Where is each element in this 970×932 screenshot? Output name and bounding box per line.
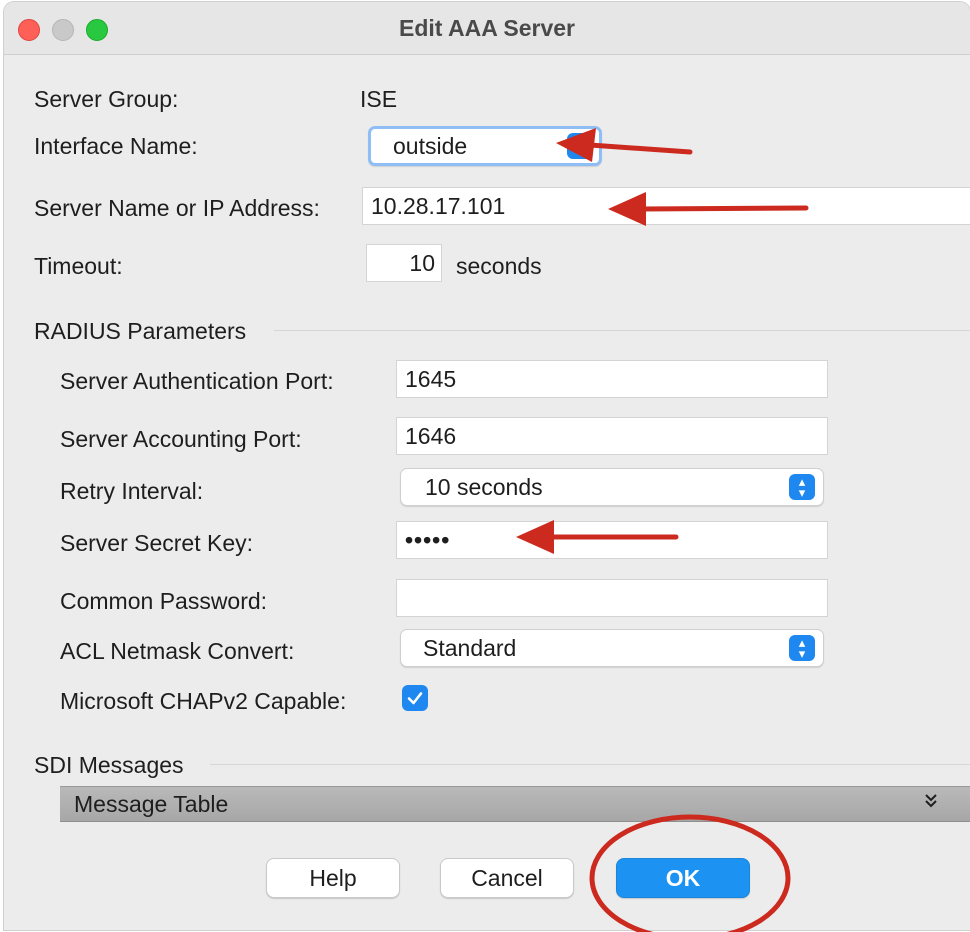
window-title: Edit AAA Server <box>399 15 575 41</box>
server-group-label: Server Group: <box>34 86 179 112</box>
server-address-input[interactable]: 10.28.17.101 <box>362 187 970 225</box>
acl-netmask-label: ACL Netmask Convert: <box>60 638 295 664</box>
timeout-value: 10 <box>409 249 435 276</box>
retry-interval-label: Retry Interval: <box>60 478 204 504</box>
message-table-header[interactable]: Message Table <box>60 786 970 822</box>
timeout-input[interactable]: 10 <box>366 244 442 282</box>
secret-key-label: Server Secret Key: <box>60 530 254 556</box>
timeout-unit: seconds <box>456 253 542 279</box>
timeout-label: Timeout: <box>34 253 123 279</box>
ok-button[interactable]: OK <box>616 858 750 898</box>
retry-interval-select[interactable]: 10 seconds ▴ ▾ <box>400 468 824 506</box>
acct-port-input[interactable]: 1646 <box>396 417 828 455</box>
interface-name-value: outside <box>393 132 468 159</box>
chevron-down-icon[interactable] <box>924 791 938 817</box>
edit-aaa-server-dialog: Edit AAA Server Server Group: ISE Interf… <box>4 2 970 930</box>
up-down-stepper-icon: ▴ ▾ <box>789 474 815 500</box>
chapv2-checkbox[interactable] <box>402 685 428 711</box>
up-down-stepper-icon: ▴ ▾ <box>567 133 593 159</box>
secret-key-value: ••••• <box>405 526 451 553</box>
common-password-input[interactable] <box>396 579 828 617</box>
common-password-label: Common Password: <box>60 588 268 614</box>
server-address-value: 10.28.17.101 <box>371 192 506 219</box>
server-address-label: Server Name or IP Address: <box>34 195 320 221</box>
auth-port-value: 1645 <box>405 365 457 392</box>
retry-interval-value: 10 seconds <box>425 473 543 500</box>
help-button[interactable]: Help <box>266 858 400 898</box>
auth-port-label: Server Authentication Port: <box>60 368 334 394</box>
server-group-value: ISE <box>360 86 398 112</box>
auth-port-input[interactable]: 1645 <box>396 360 828 398</box>
secret-key-input[interactable]: ••••• <box>396 521 828 559</box>
acl-netmask-value: Standard <box>423 634 517 661</box>
acct-port-label: Server Accounting Port: <box>60 426 302 452</box>
interface-name-label: Interface Name: <box>34 133 198 159</box>
chapv2-label: Microsoft CHAPv2 Capable: <box>60 688 347 714</box>
cancel-button[interactable]: Cancel <box>440 858 574 898</box>
radius-section-title: RADIUS Parameters <box>34 318 247 344</box>
sdi-section-title: SDI Messages <box>34 752 184 778</box>
interface-name-select[interactable]: outside ▴ ▾ <box>368 126 602 166</box>
sdi-section-divider <box>210 764 970 765</box>
radius-section-divider <box>274 330 970 331</box>
title-bar: Edit AAA Server <box>4 2 970 55</box>
acct-port-value: 1646 <box>405 422 457 449</box>
message-table-label: Message Table <box>74 791 229 817</box>
checkmark-icon <box>407 692 423 705</box>
up-down-stepper-icon: ▴ ▾ <box>789 635 815 661</box>
acl-netmask-select[interactable]: Standard ▴ ▾ <box>400 629 824 667</box>
